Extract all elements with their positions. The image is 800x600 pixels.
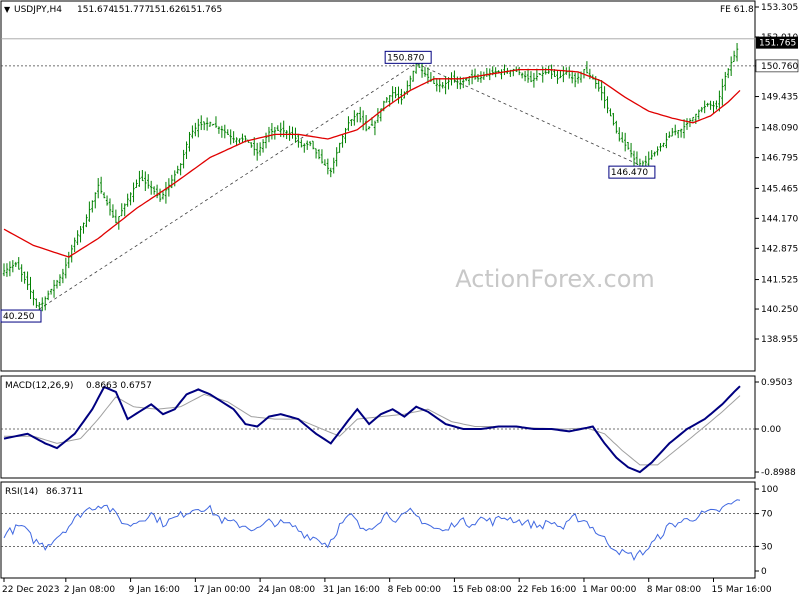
time-tick-label: 22 Feb 16:00 [517,585,576,595]
ohlc-close: 151.765 [185,5,222,15]
rsi-panel-frame [0,481,756,579]
annotation-label: 150.870 [387,53,424,63]
fe-label: FE 61.8 [720,5,754,15]
price-tick-label: 138.955 [761,335,798,345]
time-tick-label: 22 Dec 2023 [2,585,60,595]
price-tick-label: 145.465 [761,184,798,194]
current-price-label: 151.765 [759,39,796,49]
price-tick-label: 142.875 [761,244,798,254]
rsi-axis: 100 70 30 0 [755,485,778,577]
time-tick-label: 8 Mar 08:00 [647,585,702,595]
price-tick-label: 140.250 [761,305,798,315]
time-tick-label: 17 Jan 00:00 [193,585,250,595]
macd-tick-label: 0.9503 [761,378,793,388]
price-tick-label: 146.795 [761,154,798,164]
main-panel-frame [0,0,756,372]
rsi-label: RSI(14) [5,487,38,497]
price-axis: 153.305152.010150.760149.435148.090146.7… [755,3,798,345]
rsi-tick-label: 70 [761,510,773,520]
time-tick-label: 8 Feb 00:00 [388,585,442,595]
macd-tick-label: 0.00 [761,425,781,435]
price-tick-label: 144.170 [761,214,798,224]
macd-axis: 0.9503 0.00 -0.8988 [755,378,796,478]
time-tick-label: 15 Feb 08:00 [452,585,511,595]
rsi-tick-label: 30 [761,542,773,552]
time-tick-label: 9 Jan 16:00 [129,585,181,595]
chart-title-arrow: ▼ [4,5,11,14]
price-tick-label: 141.525 [761,276,798,286]
annotation-label: 146.470 [611,168,648,178]
time-tick-label: 2 Jan 08:00 [64,585,116,595]
ohlc-low: 151.626 [149,5,186,15]
price-tick-label: 149.435 [761,93,798,103]
rsi-value: 86.3711 [46,487,83,497]
chart-canvas: ActionForex.com 40.250 150.870 146.470 153… [0,0,798,595]
ohlc-high: 151.777 [113,5,150,15]
time-axis: 22 Dec 2023 2 Jan 08:00 9 Jan 16:00 17 Jan … [2,578,772,595]
time-tick-label: 15 Mar 16:00 [712,585,772,595]
macd-label: MACD(12,26,9) [5,381,73,391]
time-tick-label: 31 Jan 16:00 [323,585,380,595]
price-tick-label: 153.305 [761,3,798,13]
ohlc-open: 151.674 [77,5,114,15]
price-tick-label: 148.090 [761,124,798,134]
macd-values: 0.8663 0.6757 [86,381,152,391]
annotation-label: 40.250 [3,312,35,322]
watermark: ActionForex.com [455,265,655,293]
time-tick-label: 24 Jan 08:00 [258,585,315,595]
rsi-tick-label: 100 [761,485,778,495]
macd-tick-label: -0.8988 [761,468,796,478]
time-tick-label: 1 Mar 00:00 [582,585,637,595]
price-tick-label: 150.760 [761,62,798,72]
instrument-label: USDJPY,H4 [14,5,62,15]
rsi-tick-label: 0 [761,567,767,577]
